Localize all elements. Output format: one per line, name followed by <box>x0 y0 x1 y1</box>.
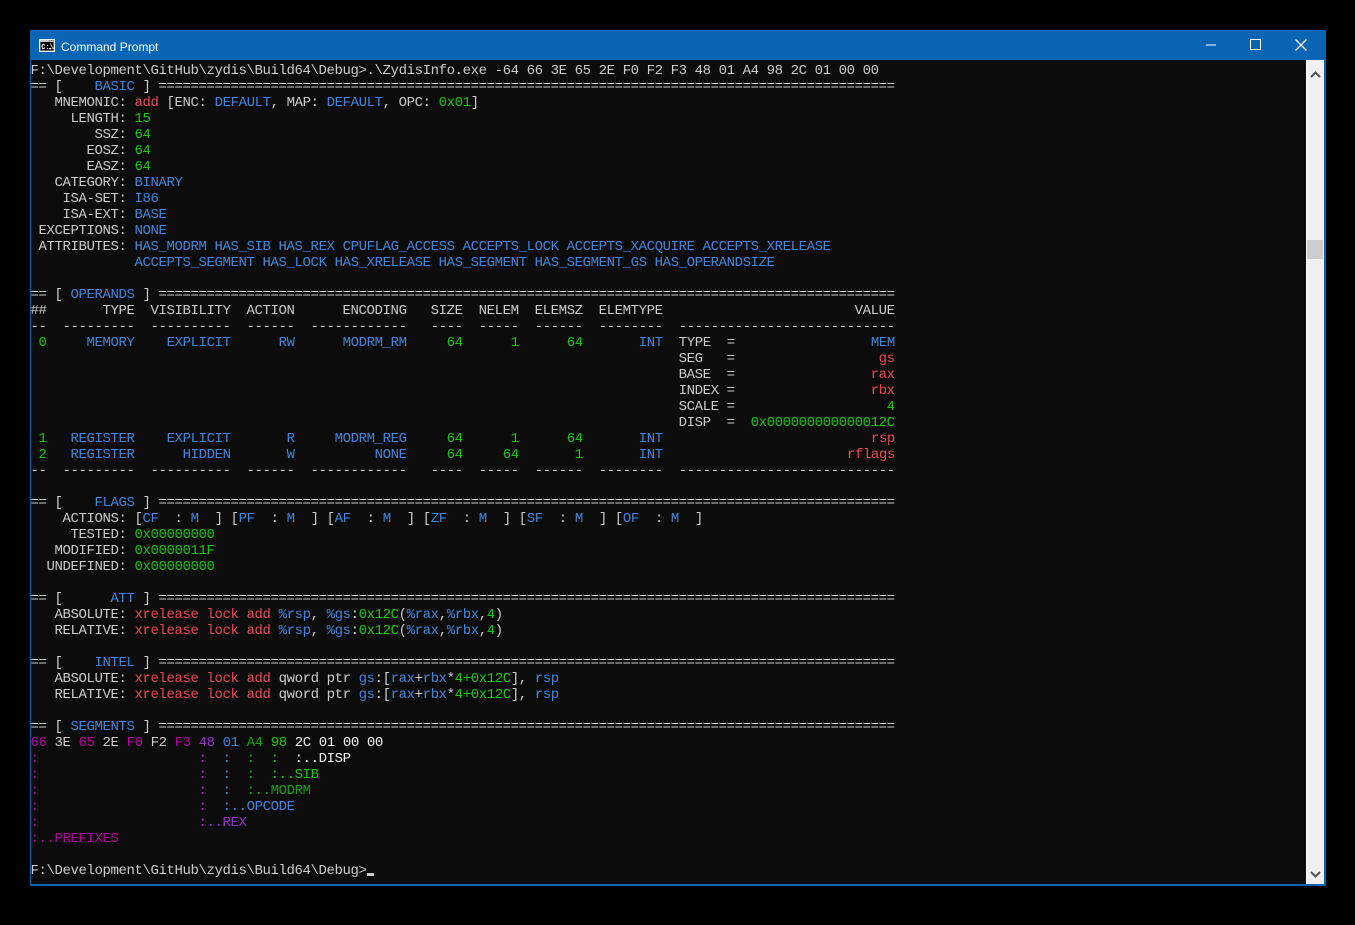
svg-text:C:\: C:\ <box>41 44 54 52</box>
